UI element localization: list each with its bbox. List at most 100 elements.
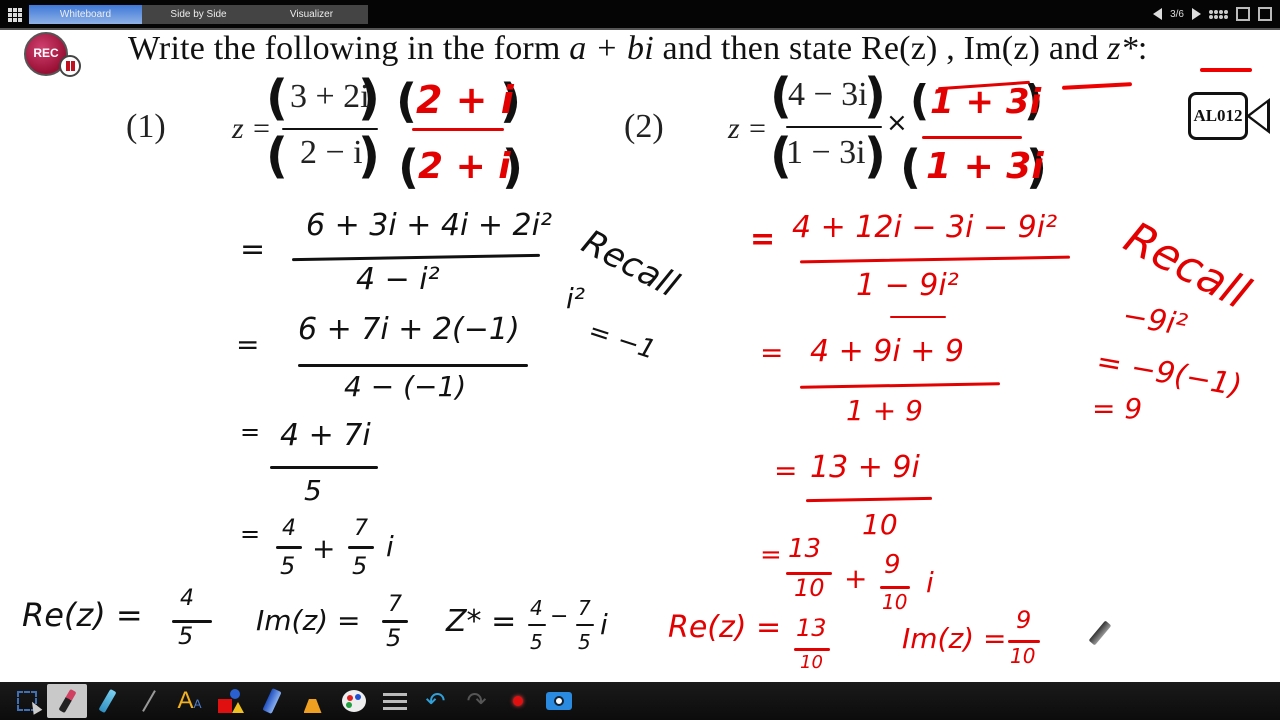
p2-final-b-bar — [880, 586, 910, 589]
p1-recall-line1: i² — [566, 282, 586, 315]
text-tool[interactable]: AA — [169, 684, 210, 718]
export-page-icon[interactable] — [1258, 7, 1272, 21]
line-width-icon — [382, 692, 407, 710]
p1-conj-b-den: 5 — [578, 630, 591, 654]
p1-paren: ( — [398, 140, 420, 194]
line-width[interactable] — [374, 684, 415, 718]
next-page-icon[interactable] — [1192, 8, 1201, 20]
p2-final-i: i — [926, 566, 934, 599]
palette-icon — [341, 690, 366, 712]
shapes-tool[interactable] — [210, 684, 251, 718]
prev-page-icon[interactable] — [1153, 8, 1163, 20]
problem2-number: (2) — [624, 108, 664, 145]
p1-red-fraction-bar — [412, 128, 504, 131]
p2-im-den: 10 — [1010, 644, 1036, 668]
p2-paren: ( — [910, 76, 930, 125]
p1-final-a-den: 5 — [280, 552, 296, 580]
p1-step1-eq: = — [240, 232, 266, 267]
tab-whiteboard[interactable]: Whiteboard — [29, 5, 142, 24]
bottom-toolbar: AA ↶ ↷ — [0, 682, 1280, 720]
prompt-end: : — [1137, 30, 1148, 67]
shapes-icon — [217, 689, 244, 713]
p1-conj-b-bar — [576, 624, 594, 626]
p1-final-b-num: 7 — [354, 516, 368, 541]
prompt-text: Write the following in the form — [128, 30, 570, 67]
pause-recording-icon[interactable] — [59, 55, 81, 77]
record-button[interactable] — [497, 684, 538, 718]
p2-step3-den: 10 — [862, 508, 898, 541]
p2-re-bar — [794, 648, 830, 651]
p1-final-b-den: 5 — [352, 552, 368, 580]
problem2-lhs: z = — [728, 112, 768, 145]
p1-im-label: Im(z) = — [256, 604, 361, 637]
broom-icon — [303, 699, 322, 713]
p2-final-plus: + — [844, 562, 868, 595]
page-sorter-icon[interactable] — [1209, 9, 1228, 19]
p1-im-bar — [382, 620, 408, 623]
problem2-multiplier-den: 1 + 3i — [926, 146, 1044, 187]
problem1-denominator: 2 − i — [300, 134, 363, 171]
p2-step1-num: 4 + 12i − 3i − 9i² — [792, 210, 1058, 245]
redo-button[interactable]: ↷ — [456, 684, 497, 718]
p1-final-a-num: 4 — [282, 516, 296, 541]
p1-conj-a-num: 4 — [530, 596, 543, 620]
p1-conj-a-bar — [528, 624, 546, 626]
problem1-number: (1) — [126, 108, 166, 145]
p2-paren: ) — [864, 128, 886, 184]
p1-paren: ( — [266, 70, 288, 126]
p1-im-den: 5 — [386, 624, 402, 652]
p2-final-eq: = — [760, 540, 782, 570]
p1-step2-num: 6 + 7i + 2(−1) — [298, 312, 520, 347]
prompt-conj: z* — [1107, 30, 1138, 67]
pen-tool[interactable] — [47, 684, 87, 718]
question-prompt: Write the following in the form a + bi a… — [128, 30, 1148, 68]
marker-icon — [57, 688, 77, 714]
p1-final-a-bar — [276, 546, 302, 549]
camera-icon — [545, 692, 572, 710]
clear-tool[interactable] — [292, 684, 333, 718]
p2-step2-den: 1 + 9 — [846, 394, 923, 427]
text-icon: AA — [177, 687, 202, 714]
p2-step1-eq: = — [750, 222, 776, 257]
p1-step1-den: 4 − i² — [356, 262, 440, 297]
p1-paren: ( — [266, 128, 288, 184]
p2-re-den: 10 — [800, 652, 823, 673]
eraser-tool[interactable] — [251, 684, 292, 718]
line-icon — [141, 690, 156, 712]
record-dot-icon — [512, 696, 523, 706]
conj-underline-annotation — [1200, 68, 1252, 72]
select-tool[interactable] — [6, 684, 47, 718]
cursor-arrow-icon — [27, 699, 43, 715]
line-tool[interactable] — [128, 684, 169, 718]
camera-capture-button[interactable] — [538, 684, 579, 718]
p2-final-b-num: 9 — [884, 550, 901, 580]
highlighter-tool[interactable] — [87, 684, 128, 718]
tab-visualizer[interactable]: Visualizer — [255, 5, 368, 24]
page-indicator: 3/6 — [1170, 8, 1184, 20]
p1-final-b-bar — [348, 546, 374, 549]
undo-button[interactable]: ↶ — [415, 684, 456, 718]
highlighter-icon — [98, 688, 117, 714]
p1-conj-label: Z* = — [446, 604, 517, 639]
p1-step3-eq: = — [240, 418, 261, 446]
p2-step3-eq: = — [774, 454, 798, 487]
prompt-im: Im(z) — [963, 30, 1041, 67]
apps-grid-icon[interactable] — [8, 8, 22, 22]
page-controls: 3/6 — [1153, 4, 1272, 24]
p1-step1-num: 6 + 3i + 4i + 2i² — [306, 208, 553, 243]
undo-icon: ↶ — [425, 687, 446, 715]
problem1-numerator: 3 + 2i — [290, 78, 370, 115]
new-page-icon[interactable] — [1236, 7, 1250, 21]
prompt-and: and — [1040, 30, 1108, 67]
tab-side-by-side[interactable]: Side by Side — [142, 5, 255, 24]
p2-step1-den: 1 − 9i² — [856, 268, 959, 303]
prompt-sep: , — [937, 30, 964, 67]
p1-re-label: Re(z) = — [22, 596, 143, 634]
top-bar: Whiteboard Side by Side Visualizer 3/6 — [0, 0, 1280, 30]
prompt-text-2: and then state — [653, 30, 861, 67]
p1-step3-num: 4 + 7i — [280, 418, 371, 453]
eraser-icon — [261, 688, 282, 714]
problem1-multiplier-den: 2 + i — [418, 146, 511, 187]
p2-red-fraction-bar — [922, 136, 1022, 139]
color-palette[interactable] — [333, 684, 374, 718]
